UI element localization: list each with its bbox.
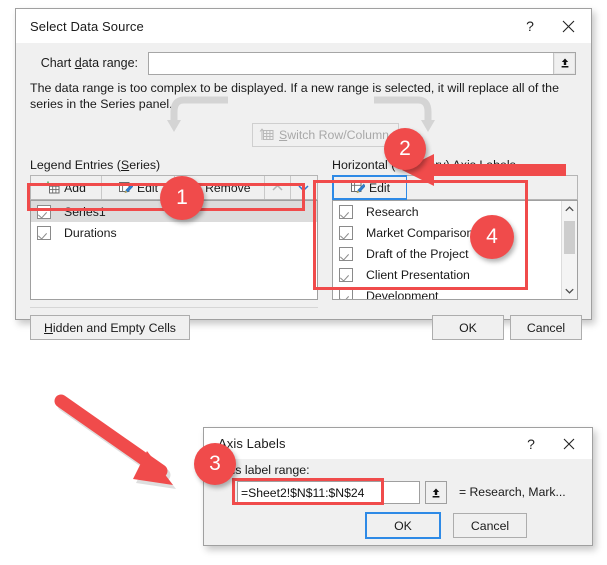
- axis-ok-button[interactable]: OK: [366, 513, 440, 538]
- checkbox-icon[interactable]: [37, 225, 51, 240]
- checkbox-icon[interactable]: [339, 288, 353, 299]
- select-data-source-dialog: Select Data Source ? Chart data range: T…: [15, 8, 592, 340]
- switch-row-column-row: Switch Row/Column: [16, 123, 591, 149]
- dialog-titlebar: Select Data Source ?: [16, 9, 591, 43]
- axis-labels-dialog: Axis Labels ? Axis label range: = Resear…: [203, 427, 593, 546]
- chevron-down-icon[interactable]: [562, 283, 577, 299]
- axis-list-scrollbar[interactable]: [561, 201, 577, 299]
- add-table-icon: [46, 181, 60, 194]
- list-item[interactable]: Development: [333, 285, 577, 300]
- axis-item-label: Research: [366, 204, 419, 219]
- list-item[interactable]: Draft of the Project: [333, 243, 577, 264]
- axis-labels-group-label: Horizontal (Category) Axis Labels: [332, 158, 516, 172]
- hidden-empty-cells-button[interactable]: Hidden and Empty Cells: [30, 315, 190, 340]
- list-item[interactable]: Market Comparison: [333, 222, 577, 243]
- cancel-button[interactable]: Cancel: [510, 315, 582, 340]
- ok-button[interactable]: OK: [432, 315, 504, 340]
- annotation-badge-4: 4: [470, 215, 514, 259]
- edit-series-label: Edit: [136, 180, 158, 195]
- add-series-label: Add: [64, 180, 86, 195]
- legend-entries-group-label: Legend Entries (Series): [30, 158, 161, 172]
- annotation-badge-1: 1: [160, 176, 204, 220]
- annotation-badge-2: 2: [384, 128, 426, 170]
- cancel-label: Cancel: [526, 320, 566, 335]
- switch-row-column-button[interactable]: Switch Row/Column: [252, 123, 400, 147]
- range-picker-icon[interactable]: [553, 52, 575, 74]
- checkbox-icon[interactable]: [339, 246, 353, 261]
- chevron-up-icon[interactable]: [562, 201, 577, 217]
- move-up-icon: [272, 184, 283, 191]
- axis-dialog-body: Axis label range: = Research, Mark... OK…: [204, 459, 592, 545]
- list-item[interactable]: Research: [333, 201, 577, 222]
- help-icon[interactable]: ?: [512, 429, 550, 459]
- axis-item-label: Draft of the Project: [366, 246, 469, 261]
- checkbox-icon[interactable]: [37, 204, 51, 219]
- axis-label-range-field[interactable]: [237, 481, 420, 504]
- close-icon[interactable]: [550, 429, 588, 459]
- dialog-body: Chart data range: The data range is too …: [16, 43, 591, 340]
- edit-axis-labels-label: Edit: [368, 180, 390, 195]
- axis-item-label: Client Presentation: [366, 267, 470, 282]
- titlebar-buttons: ?: [511, 9, 587, 43]
- legend-item-label: Series1: [64, 204, 106, 219]
- chart-data-range-field[interactable]: [148, 51, 576, 75]
- list-item[interactable]: Client Presentation: [333, 264, 577, 285]
- axis-range-preview: = Research, Mark...: [459, 485, 566, 499]
- move-down-icon: [298, 184, 309, 191]
- arrow-to-axis-label-range: [54, 394, 176, 489]
- move-series-down-button[interactable]: [290, 176, 317, 199]
- remove-series-label: Remove: [205, 180, 251, 195]
- axis-toolbar: Edit: [332, 175, 578, 200]
- axis-labels-list[interactable]: Research Market Comparison Draft of the …: [332, 200, 578, 300]
- axis-titlebar-buttons: ?: [512, 428, 588, 459]
- hidden-empty-cells-label: Hidden and Empty Cells: [44, 320, 176, 335]
- edit-pencil-icon: [118, 182, 133, 194]
- axis-cancel-button[interactable]: Cancel: [453, 513, 527, 538]
- checkbox-icon[interactable]: [339, 225, 353, 240]
- edit-axis-labels-button[interactable]: Edit: [333, 176, 406, 199]
- axis-item-label: Market Comparison: [366, 225, 474, 240]
- axis-item-label: Development: [366, 288, 439, 300]
- dialog-title: Select Data Source: [30, 18, 144, 34]
- range-note: The data range is too complex to be disp…: [30, 81, 559, 111]
- axis-ok-label: OK: [394, 518, 412, 533]
- close-icon[interactable]: [549, 11, 587, 41]
- footer-divider: [30, 307, 318, 308]
- legend-item-label: Durations: [64, 225, 117, 240]
- scrollbar-thumb[interactable]: [564, 221, 575, 254]
- chart-data-range-row: Chart data range:: [16, 49, 591, 77]
- ok-label: OK: [459, 320, 477, 335]
- switch-row-column-icon: [259, 128, 274, 140]
- chart-data-range-label: Chart data range:: [40, 56, 138, 70]
- axis-dialog-titlebar: Axis Labels ?: [204, 428, 592, 459]
- checkbox-icon[interactable]: [339, 267, 353, 282]
- chart-data-range-input[interactable]: [149, 52, 553, 74]
- add-series-button[interactable]: Add: [31, 176, 103, 199]
- list-item[interactable]: Durations: [31, 222, 317, 243]
- screenshot-canvas: Select Data Source ? Chart data range: T…: [0, 0, 607, 565]
- range-picker-icon[interactable]: [425, 481, 447, 504]
- switch-row-column-label: Switch Row/Column: [279, 128, 390, 142]
- edit-pencil-icon: [350, 182, 365, 194]
- annotation-badge-3: 3: [194, 443, 236, 485]
- axis-cancel-label: Cancel: [470, 518, 510, 533]
- move-series-up-button[interactable]: [264, 176, 291, 199]
- checkbox-icon[interactable]: [339, 204, 353, 219]
- axis-label-range-input[interactable]: [238, 482, 419, 503]
- help-icon[interactable]: ?: [511, 11, 549, 41]
